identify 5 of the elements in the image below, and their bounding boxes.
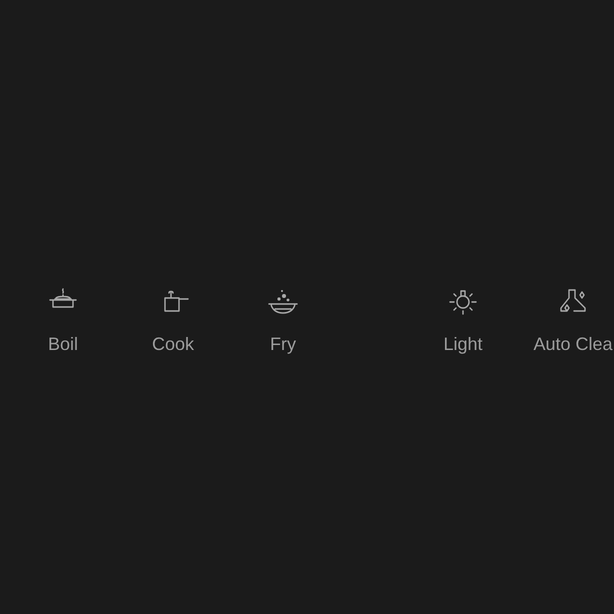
control-button[interactable]: Fry (228, 287, 338, 353)
control-button[interactable]: Boil (8, 287, 118, 353)
control-button[interactable]: Cook (118, 287, 228, 353)
control-button[interactable]: Light (408, 287, 518, 353)
control-button[interactable]: Auto Clea (518, 287, 614, 353)
